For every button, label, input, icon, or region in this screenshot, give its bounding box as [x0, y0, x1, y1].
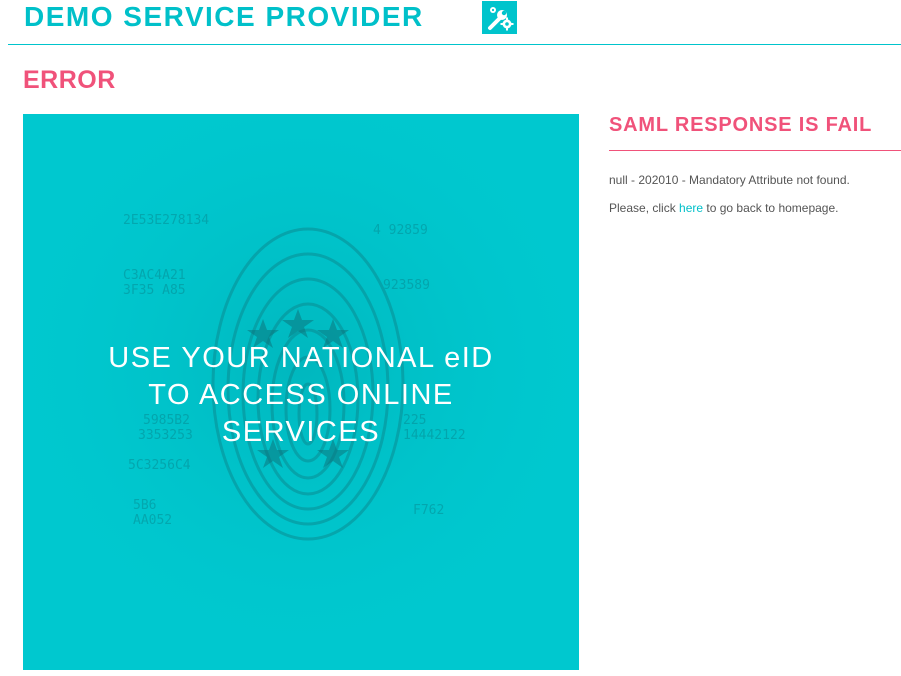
svg-text:5B6: 5B6 [133, 498, 156, 513]
back-message: Please, click here to go back to homepag… [609, 200, 901, 216]
svg-text:C3AC4A21: C3AC4A21 [123, 268, 186, 283]
svg-text:3F35 A85: 3F35 A85 [123, 283, 186, 298]
homepage-link[interactable]: here [679, 201, 703, 215]
tools-icon [482, 1, 517, 34]
svg-text:2E53E278134: 2E53E278134 [123, 213, 209, 228]
back-suffix: to go back to homepage. [703, 201, 839, 215]
panel-title: SAML RESPONSE IS FAIL [609, 112, 901, 151]
error-panel: SAML RESPONSE IS FAIL null - 202010 - Ma… [609, 112, 901, 216]
hero-line-2: TO ACCESS ONLINE [148, 379, 454, 411]
hero-line-1: USE YOUR NATIONAL eID [108, 342, 494, 374]
fingerprint-image: 2E53E278134 4 92859 C3AC4A21 3F35 A85 92… [23, 114, 579, 670]
svg-text:923589: 923589 [383, 278, 430, 293]
svg-text:5C3256C4: 5C3256C4 [128, 458, 191, 473]
hero-line-3: SERVICES [221, 416, 381, 448]
site-header: DEMO SERVICE PROVIDER [8, 0, 901, 45]
hero-tagline: USE YOUR NATIONAL eID TO ACCESS ONLINE S… [23, 340, 579, 451]
svg-text:F762: F762 [413, 503, 444, 518]
svg-text:AA052: AA052 [133, 513, 172, 528]
back-prefix: Please, click [609, 201, 680, 215]
page-title: ERROR [23, 66, 116, 94]
error-message: null - 202010 - Mandatory Attribute not … [609, 173, 850, 187]
svg-text:4 92859: 4 92859 [373, 223, 428, 238]
site-brand[interactable]: DEMO SERVICE PROVIDER [24, 1, 424, 33]
